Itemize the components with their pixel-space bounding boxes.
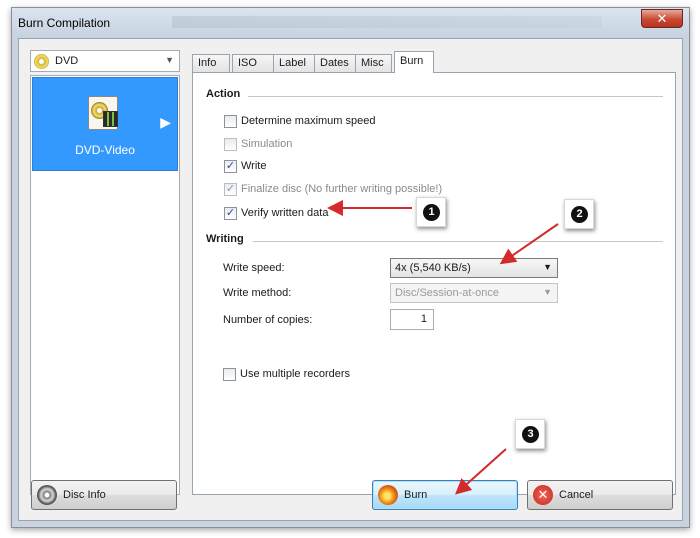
close-button[interactable]: ✕ xyxy=(641,9,683,28)
option-label: Simulation xyxy=(241,138,293,150)
disc-type-dropdown[interactable]: DVD ▼ xyxy=(30,50,180,72)
title-bar[interactable]: Burn Compilation ✕ xyxy=(12,8,689,38)
tab-misc[interactable]: Misc xyxy=(355,54,392,72)
action-section-title: Action xyxy=(206,88,241,100)
button-label: Cancel xyxy=(559,489,594,501)
option-label: Verify written data xyxy=(241,207,329,219)
disc-info-icon xyxy=(37,485,57,505)
tab-iso[interactable]: ISO xyxy=(232,54,274,72)
burn-compilation-window: Burn Compilation ✕ DVD ▼ DVD-Video ▶ Inf… xyxy=(11,7,690,528)
list-item-dvd-video[interactable]: DVD-Video ▶ xyxy=(32,77,178,171)
title-bar-blur xyxy=(172,16,602,28)
list-item-label: DVD-Video xyxy=(75,143,135,157)
burn-button[interactable]: Burn xyxy=(372,480,518,510)
disc-info-button[interactable]: Disc Info xyxy=(31,480,177,510)
option-label: Write xyxy=(241,160,267,172)
write-speed-label: Write speed: xyxy=(223,262,285,274)
button-label: Disc Info xyxy=(63,489,106,501)
tab-label[interactable]: Label xyxy=(273,54,315,72)
section-divider xyxy=(253,241,663,242)
option-label: Determine maximum speed xyxy=(241,115,376,127)
burn-tab-panel: Action Determine maximum speed Simulatio… xyxy=(192,72,676,495)
disc-type-value: DVD xyxy=(55,55,79,67)
tab-info[interactable]: Info xyxy=(192,54,230,72)
write-speed-value: 4x (5,540 KB/s) xyxy=(395,262,471,274)
option-label: Use multiple recorders xyxy=(240,368,351,380)
copies-input[interactable]: 1 xyxy=(390,309,434,330)
writing-section-title: Writing xyxy=(206,233,244,245)
option-label: Finalize disc (No further writing possib… xyxy=(241,183,443,195)
cancel-button[interactable]: ✕ Cancel xyxy=(527,480,673,510)
button-label: Burn xyxy=(404,489,428,501)
dvd-disc-icon xyxy=(34,54,49,69)
copies-label: Number of copies: xyxy=(223,314,313,326)
chevron-down-icon: ▼ xyxy=(543,262,552,272)
checkmark-icon[interactable]: ✓ xyxy=(224,183,237,196)
chevron-down-icon: ▼ xyxy=(543,287,552,297)
tab-dates[interactable]: Dates xyxy=(314,54,356,72)
checkmark-icon[interactable]: ✓ xyxy=(224,160,237,173)
compilation-type-list: DVD-Video ▶ xyxy=(30,75,180,495)
checkbox[interactable] xyxy=(224,138,237,151)
write-method-value: Disc/Session-at-once xyxy=(395,287,499,299)
checkbox[interactable] xyxy=(223,368,236,381)
write-method-label: Write method: xyxy=(223,287,292,299)
cancel-x-icon: ✕ xyxy=(533,485,553,505)
window-title: Burn Compilation xyxy=(18,16,111,30)
dvd-video-icon xyxy=(88,96,118,130)
section-divider xyxy=(248,96,663,97)
write-method-dropdown[interactable]: Disc/Session-at-once ▼ xyxy=(390,283,558,303)
checkbox[interactable] xyxy=(224,115,237,128)
burn-flame-icon xyxy=(378,485,398,505)
write-speed-dropdown[interactable]: 4x (5,540 KB/s) ▼ xyxy=(390,258,558,278)
dialog-body: DVD ▼ DVD-Video ▶ Info ISO Label Dates M… xyxy=(18,38,683,521)
checkmark-icon[interactable]: ✓ xyxy=(224,207,237,220)
chevron-right-icon: ▶ xyxy=(160,114,171,130)
chevron-down-icon: ▼ xyxy=(165,55,174,65)
tab-burn[interactable]: Burn xyxy=(394,51,434,73)
